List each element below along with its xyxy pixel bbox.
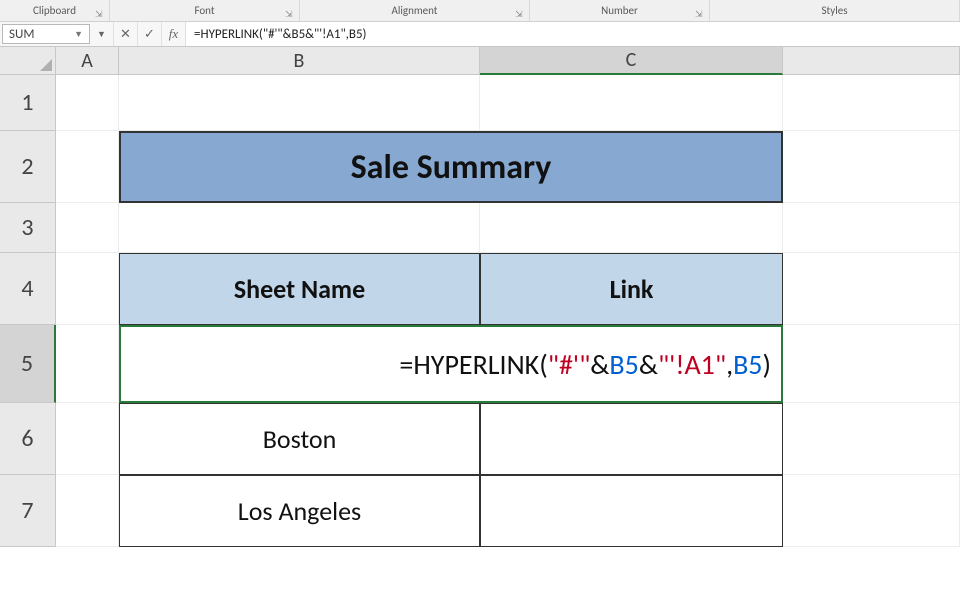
- cell-c1[interactable]: [480, 75, 783, 131]
- title-cell[interactable]: Sale Summary: [119, 131, 783, 203]
- chevron-down-icon: ▼: [97, 29, 106, 40]
- row-headers: 1 2 3 4 5 6 7: [0, 75, 56, 616]
- col-header-a[interactable]: A: [56, 47, 119, 75]
- dialog-launcher-icon[interactable]: ⇲: [95, 9, 105, 19]
- cells-area[interactable]: Sale Summary Sheet Name: [56, 75, 960, 616]
- ribbon-group-font[interactable]: Font ⇲: [110, 0, 300, 21]
- fx-icon: fx: [169, 26, 178, 42]
- column-headers: A B C: [0, 47, 960, 75]
- row-header-4[interactable]: 4: [0, 253, 56, 325]
- row-header-5[interactable]: 5: [0, 325, 56, 403]
- cell-d3[interactable]: [783, 203, 960, 253]
- title-text: Sale Summary: [351, 147, 552, 188]
- name-box-value: SUM: [9, 27, 34, 42]
- ribbon-group-styles[interactable]: Styles: [710, 0, 960, 21]
- cell-a4[interactable]: [56, 253, 119, 325]
- formula-input[interactable]: =HYPERLINK("#'"&B5&"'!A1",B5): [186, 22, 960, 46]
- ribbon-groups: Clipboard ⇲ Font ⇲ Alignment ⇲ Number ⇲ …: [0, 0, 960, 22]
- check-icon: ✓: [144, 27, 155, 42]
- header-link[interactable]: Link: [480, 253, 783, 325]
- formula-text: =HYPERLINK("#'"&B5&"'!A1",B5): [194, 27, 367, 42]
- header-text: Sheet Name: [234, 273, 365, 305]
- editing-formula: =HYPERLINK("#'"&B5&"'!A1",B5): [121, 347, 781, 382]
- cell-d7[interactable]: [783, 475, 960, 547]
- ribbon-label: Alignment: [392, 4, 438, 17]
- grid: A B C 1 2 3 4 5 6 7: [0, 47, 960, 616]
- cell-b1[interactable]: [119, 75, 480, 131]
- ribbon-group-clipboard[interactable]: Clipboard ⇲: [0, 0, 110, 21]
- ribbon-label: Clipboard: [33, 4, 76, 17]
- cell-c7[interactable]: [480, 475, 783, 547]
- cell-a1[interactable]: [56, 75, 119, 131]
- row-header-7[interactable]: 7: [0, 475, 56, 547]
- cell-d6[interactable]: [783, 403, 960, 475]
- cell-c6[interactable]: [480, 403, 783, 475]
- ribbon-label: Font: [194, 4, 214, 17]
- row-header-6[interactable]: 6: [0, 403, 56, 475]
- cell-d2[interactable]: [783, 131, 960, 203]
- header-text: Link: [610, 273, 654, 305]
- chevron-down-icon[interactable]: ▼: [74, 29, 83, 40]
- ribbon-group-alignment[interactable]: Alignment ⇲: [300, 0, 530, 21]
- cell-text: Boston: [263, 423, 337, 455]
- header-sheet-name[interactable]: Sheet Name: [119, 253, 480, 325]
- row-header-3[interactable]: 3: [0, 203, 56, 253]
- col-header-c[interactable]: C: [480, 47, 783, 75]
- cell-a7[interactable]: [56, 475, 119, 547]
- col-header-b[interactable]: B: [119, 47, 480, 75]
- cell-a2[interactable]: [56, 131, 119, 203]
- cell-text: Los Angeles: [238, 495, 361, 527]
- formula-bar: SUM ▼ ▼ ✕ ✓ fx =HYPERLINK("#'"&B5&"'!A1"…: [0, 22, 960, 47]
- ribbon-label: Styles: [821, 4, 847, 17]
- insert-function-button[interactable]: fx: [162, 22, 186, 46]
- cell-a3[interactable]: [56, 203, 119, 253]
- cell-c3[interactable]: [480, 203, 783, 253]
- cell-b7[interactable]: Los Angeles: [119, 475, 480, 547]
- dropdown-button[interactable]: ▼: [90, 22, 114, 46]
- dialog-launcher-icon[interactable]: ⇲: [285, 9, 295, 19]
- dialog-launcher-icon[interactable]: ⇲: [515, 9, 525, 19]
- close-icon: ✕: [120, 27, 131, 42]
- cell-a6[interactable]: [56, 403, 119, 475]
- cell-a5[interactable]: [56, 325, 119, 403]
- col-header-blank[interactable]: [783, 47, 960, 75]
- row-header-1[interactable]: 1: [0, 75, 56, 131]
- ribbon-group-number[interactable]: Number ⇲: [530, 0, 710, 21]
- select-all-corner[interactable]: [0, 47, 56, 75]
- row-header-2[interactable]: 2: [0, 131, 56, 203]
- cell-b6[interactable]: Boston: [119, 403, 480, 475]
- enter-button[interactable]: ✓: [138, 22, 162, 46]
- name-box[interactable]: SUM ▼: [2, 24, 90, 44]
- cell-b3[interactable]: [119, 203, 480, 253]
- cell-d1[interactable]: [783, 75, 960, 131]
- ribbon-label: Number: [601, 4, 638, 17]
- cancel-button[interactable]: ✕: [114, 22, 138, 46]
- dialog-launcher-icon[interactable]: ⇲: [695, 9, 705, 19]
- cell-d4[interactable]: [783, 253, 960, 325]
- editing-cell-c5[interactable]: =HYPERLINK("#'"&B5&"'!A1",B5): [119, 325, 783, 403]
- cell-d5[interactable]: [783, 325, 960, 403]
